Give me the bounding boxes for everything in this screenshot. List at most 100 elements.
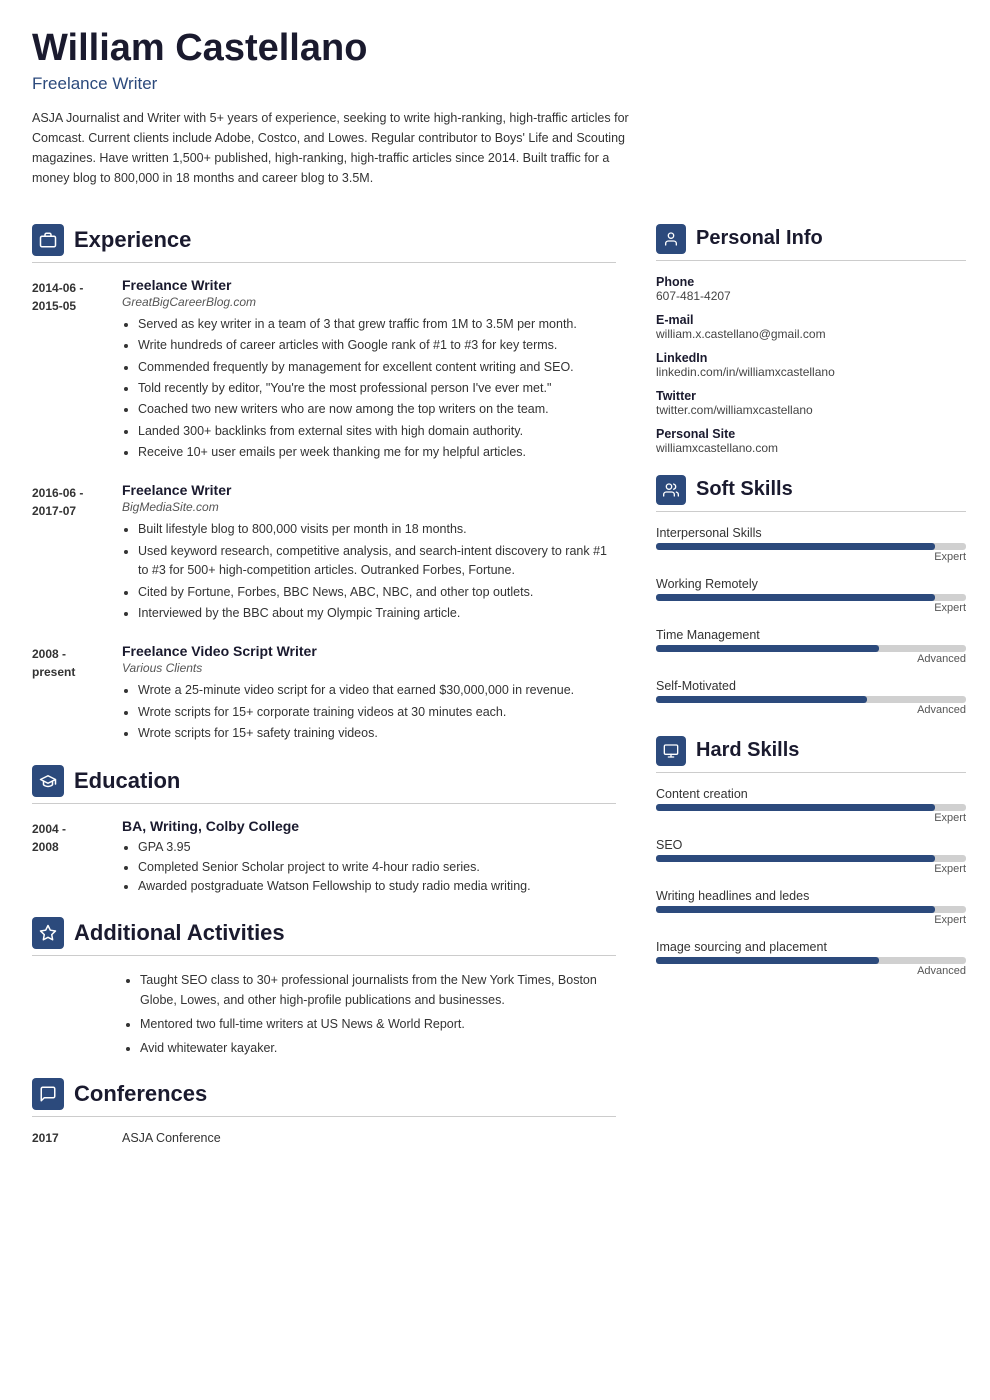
exp-bullet: Built lifestyle blog to 800,000 visits p… [138,520,616,539]
candidate-summary: ASJA Journalist and Writer with 5+ years… [32,108,632,188]
edu-date: 2004 -2008 [32,818,122,896]
skill-name: Working Remotely [656,577,966,591]
skill-bar-fill [656,804,935,811]
exp-date: 2016-06 -2017-07 [32,482,122,625]
experience-entries: 2014-06 -2015-05 Freelance Writer GreatB… [32,277,616,746]
exp-bullet: Used keyword research, competitive analy… [138,542,616,581]
skill-item: Working Remotely Expert [656,577,966,614]
activities-list: Taught SEO class to 30+ professional jou… [32,970,616,1058]
activity-item: Mentored two full-time writers at US New… [140,1014,616,1034]
skill-bar-fill [656,543,935,550]
experience-title: Experience [74,227,191,253]
hard-skills-icon [656,736,686,766]
exp-bullets: Wrote a 25-minute video script for a vid… [122,681,616,743]
conferences-section-header: Conferences [32,1078,616,1117]
skill-bar-bg [656,696,966,703]
skill-level: Expert [656,551,966,563]
education-entry: 2004 -2008 BA, Writing, Colby College GP… [32,818,616,896]
exp-bullet: Receive 10+ user emails per week thankin… [138,443,616,462]
skill-name: Interpersonal Skills [656,526,966,540]
skill-level: Expert [656,863,966,875]
personal-info-value: 607-481-4207 [656,289,966,303]
skill-bar-bg [656,594,966,601]
personal-info-items: Phone 607-481-4207 E-mail william.x.cast… [656,275,966,455]
skill-level: Expert [656,914,966,926]
education-icon [32,765,64,797]
personal-info-icon [656,224,686,254]
activities-title: Additional Activities [74,920,285,946]
conf-date: 2017 [32,1131,122,1145]
personal-info-value: linkedin.com/in/williamxcastellano [656,365,966,379]
personal-info-value: twitter.com/williamxcastellano [656,403,966,417]
personal-info-label: Twitter [656,389,966,403]
exp-company: GreatBigCareerBlog.com [122,295,616,309]
skill-bar-bg [656,804,966,811]
skill-bar-bg [656,543,966,550]
exp-bullet: Coached two new writers who are now amon… [138,400,616,419]
exp-bullet: Served as key writer in a team of 3 that… [138,315,616,334]
skill-bar-bg [656,855,966,862]
right-column: Personal Info Phone 607-481-4207 E-mail … [640,204,990,1175]
activities-icon [32,917,64,949]
personal-info-value: williamxcastellano.com [656,441,966,455]
skill-level: Expert [656,602,966,614]
skill-level: Advanced [656,653,966,665]
personal-info-item: LinkedIn linkedin.com/in/williamxcastell… [656,351,966,379]
exp-company: Various Clients [122,661,616,675]
skill-level: Advanced [656,965,966,977]
skill-item: SEO Expert [656,838,966,875]
skill-bar-fill [656,594,935,601]
activity-item: Avid whitewater kayaker. [140,1038,616,1058]
skill-name: Time Management [656,628,966,642]
exp-bullet: Told recently by editor, "You're the mos… [138,379,616,398]
header: William Castellano Freelance Writer ASJA… [0,0,990,204]
conferences-icon [32,1078,64,1110]
soft-skills-header: Soft Skills [656,475,966,512]
exp-company: BigMediaSite.com [122,500,616,514]
conf-name: ASJA Conference [122,1131,221,1145]
exp-content: Freelance Writer GreatBigCareerBlog.com … [122,277,616,465]
exp-bullet: Landed 300+ backlinks from external site… [138,422,616,441]
exp-bullets: Served as key writer in a team of 3 that… [122,315,616,463]
education-section-header: Education [32,765,616,804]
personal-info-label: Personal Site [656,427,966,441]
soft-skills-icon [656,475,686,505]
skill-bar-fill [656,855,935,862]
personal-info-item: E-mail william.x.castellano@gmail.com [656,313,966,341]
exp-bullet: Interviewed by the BBC about my Olympic … [138,604,616,623]
edu-bullets: GPA 3.95Completed Senior Scholar project… [122,838,531,896]
exp-content: Freelance Video Script Writer Various Cl… [122,643,616,745]
edu-bullet: Completed Senior Scholar project to writ… [138,858,531,877]
edu-bullet: Awarded postgraduate Watson Fellowship t… [138,877,531,896]
experience-icon [32,224,64,256]
skill-name: SEO [656,838,966,852]
skill-item: Interpersonal Skills Expert [656,526,966,563]
hard-skills-items: Content creation Expert SEO Expert Writi… [656,787,966,977]
conferences-title: Conferences [74,1081,207,1107]
personal-info-title: Personal Info [696,227,823,250]
personal-info-item: Twitter twitter.com/williamxcastellano [656,389,966,417]
exp-bullet: Wrote scripts for 15+ corporate training… [138,703,616,722]
edu-content: BA, Writing, Colby College GPA 3.95Compl… [122,818,531,896]
body-layout: Experience 2014-06 -2015-05 Freelance Wr… [0,204,990,1175]
left-column: Experience 2014-06 -2015-05 Freelance Wr… [0,204,640,1175]
skill-bar-bg [656,645,966,652]
activity-item: Taught SEO class to 30+ professional jou… [140,970,616,1010]
experience-entry: 2014-06 -2015-05 Freelance Writer GreatB… [32,277,616,465]
candidate-name: William Castellano [32,28,958,70]
skill-item: Self-Motivated Advanced [656,679,966,716]
exp-bullet: Wrote scripts for 15+ safety training vi… [138,724,616,743]
skill-level: Advanced [656,704,966,716]
experience-entry: 2016-06 -2017-07 Freelance Writer BigMed… [32,482,616,625]
education-title: Education [74,768,180,794]
exp-bullet: Wrote a 25-minute video script for a vid… [138,681,616,700]
conference-entry: 2017 ASJA Conference [32,1131,616,1145]
exp-bullets: Built lifestyle blog to 800,000 visits p… [122,520,616,623]
hard-skills-header: Hard Skills [656,736,966,773]
skill-level: Expert [656,812,966,824]
skill-bar-fill [656,645,879,652]
exp-job-title: Freelance Writer [122,482,616,498]
personal-info-label: LinkedIn [656,351,966,365]
exp-content: Freelance Writer BigMediaSite.com Built … [122,482,616,625]
skill-item: Content creation Expert [656,787,966,824]
